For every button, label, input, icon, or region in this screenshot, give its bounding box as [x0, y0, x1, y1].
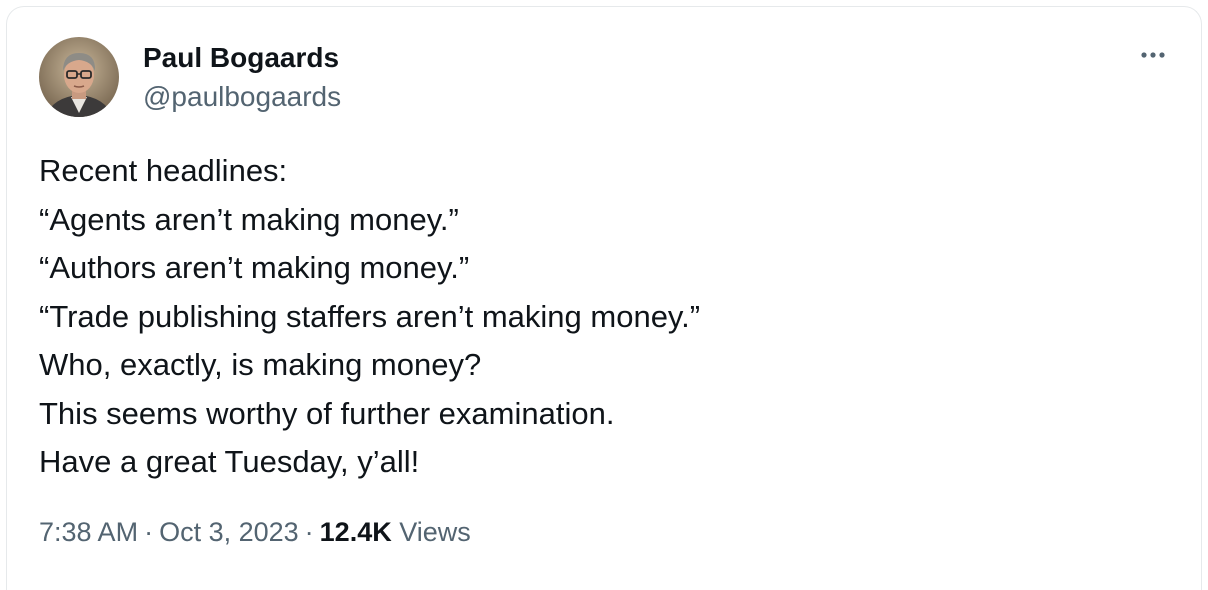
author-name[interactable]: Paul Bogaards	[143, 41, 339, 75]
tweet-line: “Trade publishing staffers aren’t making…	[39, 298, 701, 334]
more-options-button[interactable]	[1135, 43, 1171, 67]
tweet-line: Recent headlines:	[39, 153, 288, 188]
tweet-line: This seems worthy of further examination…	[39, 395, 615, 431]
separator: ·	[304, 517, 314, 547]
tweet-text: Recent headlines: “Agents aren’t making …	[39, 147, 1169, 487]
tweet-date[interactable]: Oct 3, 2023	[159, 517, 299, 547]
separator: ·	[144, 517, 154, 547]
tweet-metadata: 7:38 AM · Oct 3, 2023 · 12.4K Views	[39, 514, 471, 550]
avatar[interactable]	[39, 37, 119, 117]
profile-photo-icon	[39, 37, 119, 117]
more-horizontal-icon	[1141, 52, 1165, 58]
tweet-line: Who, exactly, is making money?	[39, 347, 482, 382]
tweet-line: “Agents aren’t making money.”	[39, 201, 459, 237]
views-label: Views	[399, 517, 471, 547]
tweet-line: Have a great Tuesday, y’all!	[39, 444, 420, 479]
views-count: 12.4K	[319, 517, 392, 547]
author-handle[interactable]: @paulbogaards	[143, 80, 341, 114]
tweet-line: “Authors aren’t making money.”	[39, 250, 470, 285]
tweet-time[interactable]: 7:38 AM	[39, 517, 138, 547]
tweet-card: Paul Bogaards @paulbogaards Recent headl…	[6, 6, 1202, 590]
